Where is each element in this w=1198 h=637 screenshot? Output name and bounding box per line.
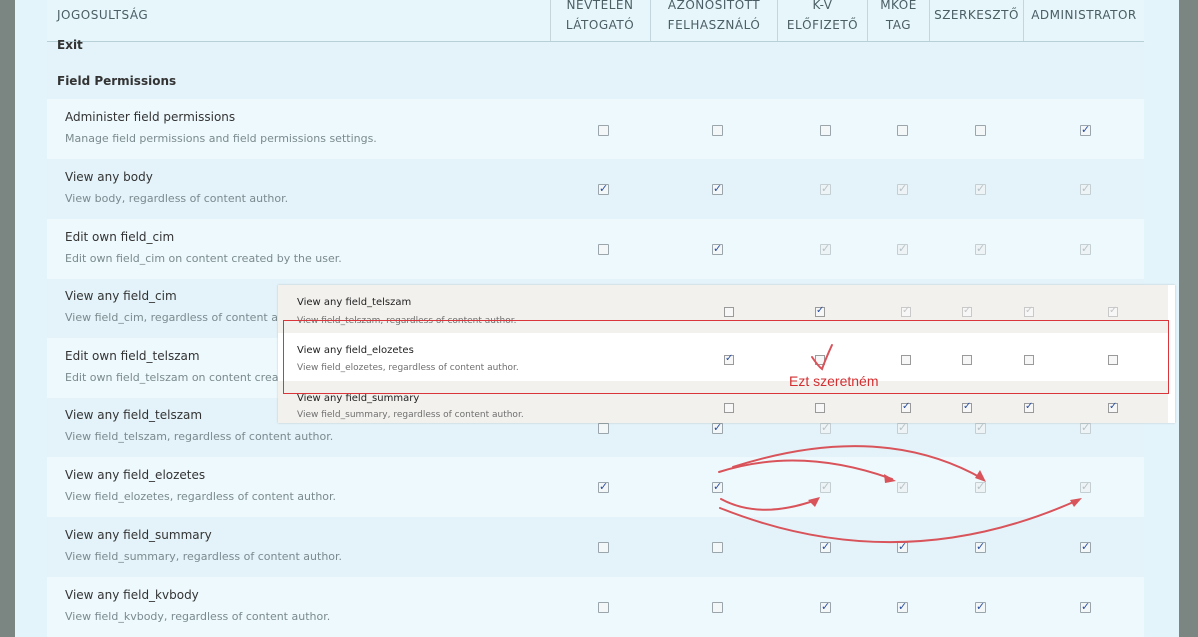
annotation-note: Ezt szeretném [789,373,879,389]
inset-permission-checkbox [962,401,972,413]
permission-checkbox [1080,242,1091,255]
permission-checkbox [975,182,986,195]
row-label: View any field_elozetes [65,468,206,482]
permission-checkbox[interactable] [897,125,908,136]
permission-checkbox [1080,480,1091,493]
partial-row-label: Exit [57,38,83,52]
permission-checkbox [1080,182,1091,195]
table-header: JOGOSULTSÁG NÉVTELEN LÁTOGATÓ AZONOSÍTOT… [47,0,1144,42]
header-role-subscriber: K-V ELŐFIZETŐ [778,0,868,41]
permission-checkbox[interactable] [598,182,609,195]
permission-checkbox[interactable] [598,244,609,255]
inset-permission-checkbox [724,307,734,317]
permission-checkbox [1080,421,1091,434]
permission-checkbox[interactable] [598,602,609,613]
permission-checkbox [897,182,908,195]
header-permission: JOGOSULTSÁG [47,0,551,41]
permission-checkbox [975,480,986,493]
permission-checkbox[interactable] [897,600,908,613]
header-role-mkoe: MKOE TAG [868,0,930,41]
section-row: Exit Field Permissions [47,38,1144,99]
permission-checkbox [975,421,986,434]
inset-permission-checkbox [815,403,825,413]
row-label: View any field_telszam [65,408,203,422]
header-role-administrator: ADMINISTRATOR [1031,7,1137,22]
row-label: View any field_summary [65,528,212,542]
inset-permission-checkbox [962,305,972,317]
permission-checkbox[interactable] [598,125,609,136]
permission-checkbox[interactable] [712,125,723,136]
permission-checkbox[interactable] [712,182,723,195]
permission-checkbox[interactable] [1080,600,1091,613]
permission-checkbox [820,182,831,195]
permission-checkbox [897,421,908,434]
row-description: View field_kvbody, regardless of content… [65,610,331,623]
inset-row-label: View any field_telszam [297,297,412,308]
row-description: View field_cim, regardless of content au… [65,311,310,324]
inset-permission-checkbox [724,403,734,413]
permission-checkbox[interactable] [820,600,831,613]
inset-permission-checkbox [901,305,911,317]
permission-checkbox[interactable] [712,480,723,493]
permission-checkbox [897,242,908,255]
row-description: Manage field permissions and field permi… [65,132,377,145]
row-description: View field_summary, regardless of conten… [65,550,343,563]
inset-permission-checkbox [1024,305,1034,317]
inset-row-description: View field_summary, regardless of conten… [297,410,524,420]
permission-checkbox [897,480,908,493]
permission-checkbox[interactable] [897,540,908,553]
row-description: Edit own field_cim on content created by… [65,252,342,265]
row-label: View any field_kvbody [65,588,199,602]
permission-checkbox[interactable] [712,421,723,434]
inset-row-label: View any field_summary [297,393,420,404]
header-role-editor: SZERKESZTŐ [930,0,1024,41]
permission-checkbox[interactable] [820,125,831,136]
permission-checkbox[interactable] [975,125,986,136]
inset-permission-checkbox [1108,401,1118,413]
row-description: View field_telszam, regardless of conten… [65,430,334,443]
permission-checkbox[interactable] [712,242,723,255]
row-label: View any field_cim [65,289,177,303]
permission-checkbox[interactable] [598,423,609,434]
row-description: View body, regardless of content author. [65,192,289,205]
permission-checkbox[interactable] [598,542,609,553]
permission-checkbox [820,421,831,434]
permission-checkbox[interactable] [820,540,831,553]
permission-checkbox[interactable] [598,480,609,493]
header-role-anonymous: NÉVTELEN LÁTOGATÓ [550,0,651,41]
permission-checkbox[interactable] [975,540,986,553]
highlight-box [283,320,1169,394]
row-label: Administer field permissions [65,110,236,124]
inset-permission-checkbox [901,401,911,413]
permission-checkbox[interactable] [712,542,723,553]
row-label: Edit own field_telszam [65,349,200,363]
section-title: Field Permissions [57,74,177,88]
permission-checkbox[interactable] [1080,123,1091,136]
permission-checkbox[interactable] [712,602,723,613]
permission-checkbox [820,242,831,255]
row-label: View any body [65,170,153,184]
permission-checkbox[interactable] [975,600,986,613]
permission-checkbox[interactable] [1080,540,1091,553]
row-label: Edit own field_cim [65,230,175,244]
permission-checkbox [975,242,986,255]
header-role-authenticated: AZONOSÍTOTT FELHASZNÁLÓ [651,0,778,41]
permission-checkbox [820,480,831,493]
inset-permission-checkbox [815,305,825,317]
inset-permission-checkbox [1024,401,1034,413]
row-description: View field_elozetes, regardless of conte… [65,490,337,503]
inset-permission-checkbox [1108,305,1118,317]
